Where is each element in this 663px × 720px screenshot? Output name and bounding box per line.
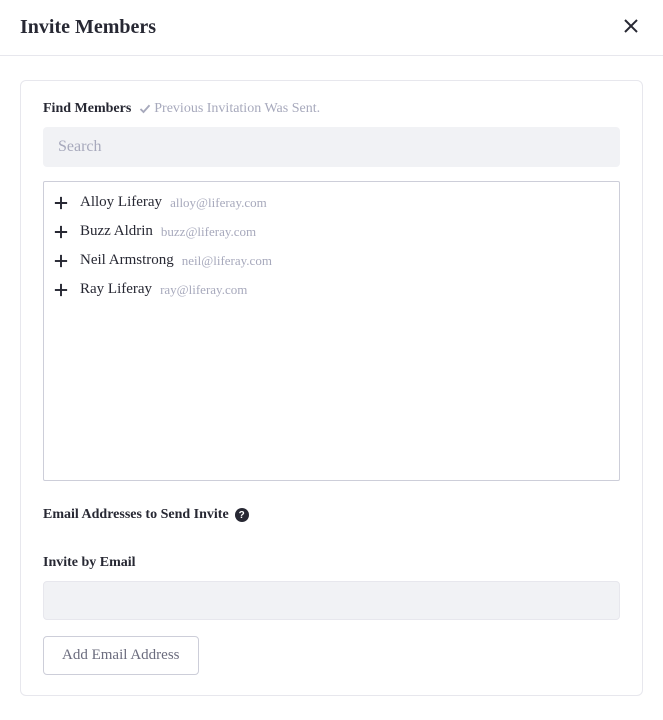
plus-icon xyxy=(54,225,68,239)
member-row[interactable]: Ray Liferay ray@liferay.com xyxy=(44,275,619,304)
members-list: Alloy Liferay alloy@liferay.com Buzz Ald… xyxy=(43,181,620,481)
invite-by-email-label: Invite by Email xyxy=(43,555,620,571)
member-name: Buzz Aldrin xyxy=(80,223,153,240)
member-email: neil@liferay.com xyxy=(182,253,272,269)
member-name: Alloy Liferay xyxy=(80,194,162,211)
find-members-header: Find Members Previous Invitation Was Sen… xyxy=(43,101,620,117)
member-email: buzz@liferay.com xyxy=(161,224,256,240)
invite-email-input[interactable] xyxy=(43,581,620,620)
email-addresses-header: Email Addresses to Send Invite ? xyxy=(43,507,620,523)
modal-body: Find Members Previous Invitation Was Sen… xyxy=(0,56,663,720)
modal-header: Invite Members xyxy=(0,0,663,56)
check-icon xyxy=(139,101,155,116)
member-row[interactable]: Neil Armstrong neil@liferay.com xyxy=(44,246,619,275)
member-name: Ray Liferay xyxy=(80,281,152,298)
invite-card: Find Members Previous Invitation Was Sen… xyxy=(20,80,643,696)
add-email-button[interactable]: Add Email Address xyxy=(43,636,199,675)
close-icon xyxy=(623,18,639,37)
member-name: Neil Armstrong xyxy=(80,252,174,269)
invitation-status-text: Previous Invitation Was Sent. xyxy=(154,101,320,116)
member-email: alloy@liferay.com xyxy=(170,195,267,211)
modal-title: Invite Members xyxy=(20,16,156,39)
plus-icon xyxy=(54,283,68,297)
invitation-status: Previous Invitation Was Sent. xyxy=(139,101,320,116)
find-members-label: Find Members xyxy=(43,101,131,116)
member-email: ray@liferay.com xyxy=(160,282,247,298)
email-addresses-label: Email Addresses to Send Invite xyxy=(43,507,229,523)
member-row[interactable]: Buzz Aldrin buzz@liferay.com xyxy=(44,217,619,246)
close-button[interactable] xyxy=(619,14,643,41)
plus-icon xyxy=(54,196,68,210)
search-input[interactable] xyxy=(43,127,620,167)
help-icon[interactable]: ? xyxy=(235,508,249,522)
member-row[interactable]: Alloy Liferay alloy@liferay.com xyxy=(44,188,619,217)
plus-icon xyxy=(54,254,68,268)
